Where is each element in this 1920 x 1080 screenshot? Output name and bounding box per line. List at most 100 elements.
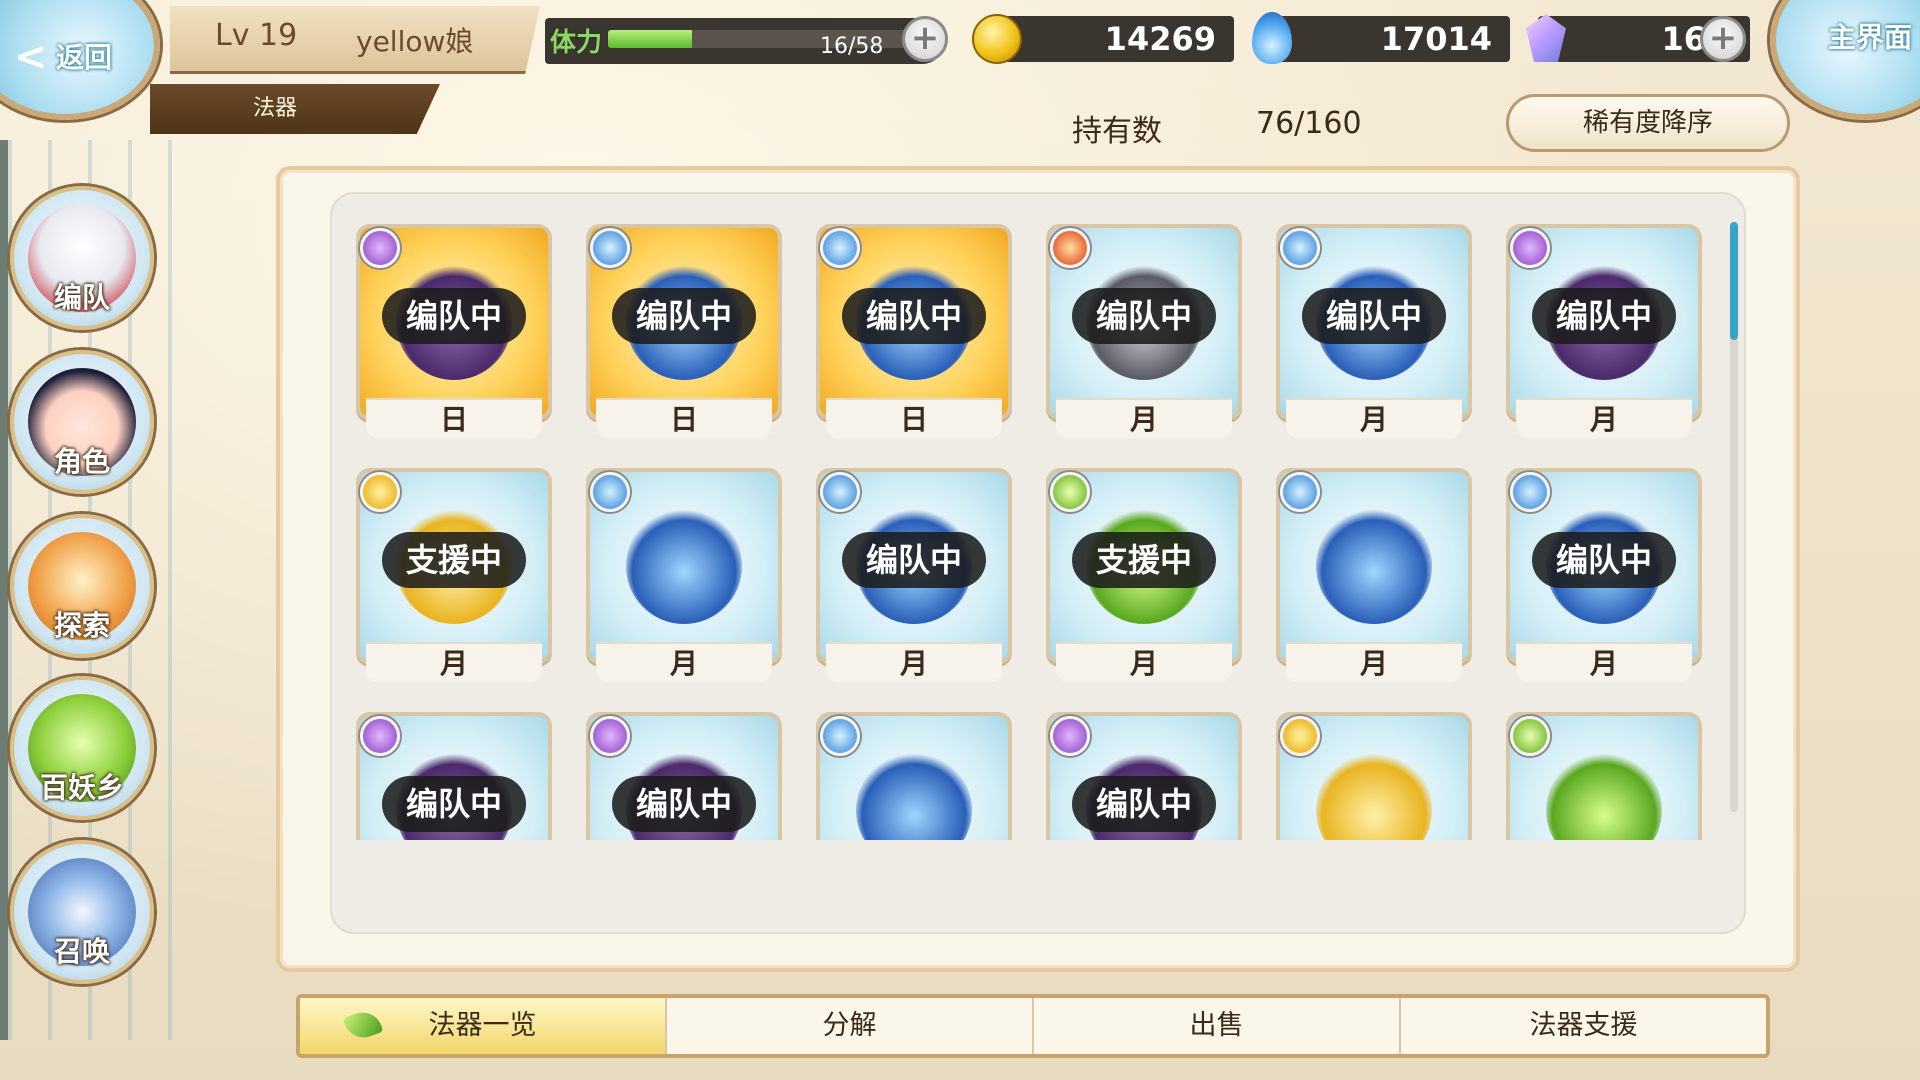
coin-icon [972,14,1022,64]
section-title: 法器 [150,84,440,134]
artifact-card[interactable]: 编队中日 [586,224,782,438]
sidebar-item-summon[interactable]: 召唤 [10,840,154,984]
artifact-card[interactable]: 编队中日 [816,224,1012,438]
purple-element-icon [1510,228,1550,268]
owned-count-value: 76/160 [1256,106,1362,141]
artifact-card[interactable]: 支援中月 [356,468,552,682]
sidebar-item-team[interactable]: 编队 [10,186,154,330]
artifact-card[interactable]: 编队中月 [1506,224,1702,438]
artifact-rank: 月 [366,642,542,682]
artifact-card[interactable] [1276,712,1472,840]
gold-panel: 14269 [986,16,1234,62]
artifact-status-badge: 支援中 [382,532,526,588]
artifact-status-badge: 编队中 [1072,776,1216,832]
artifact-card[interactable]: 月 [1276,468,1472,682]
tab-bar: 法器一览 分解 出售 法器支援 [296,994,1770,1058]
artifact-rank: 月 [596,642,772,682]
artifact-status-badge: 编队中 [1532,532,1676,588]
artifact-status-badge: 编队中 [1302,288,1446,344]
sidebar-item-label: 百妖乡 [39,771,124,804]
artifact-rank: 月 [1516,398,1692,438]
scrollbar-thumb[interactable] [1730,222,1738,340]
artifact-card[interactable]: 编队中日 [356,224,552,438]
sidebar-item-label: 编队 [53,281,110,314]
purple-element-icon [360,228,400,268]
tab-sell[interactable]: 出售 [1034,998,1401,1054]
sidebar-item-explore[interactable]: 探索 [10,514,154,658]
blue-element-icon [1280,472,1320,512]
artifact-card[interactable] [816,712,1012,840]
home-label: 主界面 [1828,21,1913,54]
tab-dismantle[interactable]: 分解 [667,998,1034,1054]
add-stamina-button[interactable]: + [902,16,948,62]
blue-element-icon [1280,228,1320,268]
gold-element-icon [360,472,400,512]
tab-artifact-list[interactable]: 法器一览 [300,998,667,1054]
artifact-card[interactable]: 支援中月 [1046,468,1242,682]
artifact-grid[interactable]: 编队中日编队中日编队中日编队中月编队中月编队中月支援中月月编队中月支援中月月编队… [356,220,1722,840]
sidebar-item-village[interactable]: 百妖乡 [10,676,154,820]
tab-label: 法器支援 [1529,1010,1638,1041]
artifact-rank: 月 [1056,642,1232,682]
artifact-card[interactable]: 编队中月 [1506,468,1702,682]
purple-element-icon [1050,716,1090,756]
green-element-icon [1050,472,1090,512]
sidebar-item-character[interactable]: 角色 [10,350,154,494]
artifact-rank: 月 [1286,398,1462,438]
back-arrow-icon: < [14,34,48,80]
sidebar-item-label: 探索 [53,609,110,642]
stamina-label: 体力 [550,28,603,58]
green-element-icon [1510,716,1550,756]
tab-label: 法器一览 [428,1010,537,1041]
soul-value: 17014 [1380,20,1492,58]
artifact-status-badge: 编队中 [382,288,526,344]
tab-label: 分解 [822,1010,877,1041]
artifact-status-badge: 编队中 [612,288,756,344]
stamina-value: 16/58 [820,34,884,59]
stamina-fill [608,30,692,48]
artifact-card[interactable] [1506,712,1702,840]
tab-label: 出售 [1189,1010,1244,1041]
artifact-status-badge: 编队中 [1072,288,1216,344]
artifact-rank: 日 [596,398,772,438]
artifact-status-badge: 编队中 [842,288,986,344]
owned-count-label: 持有数 [1072,114,1162,149]
artifact-card[interactable]: 编队中月 [1276,224,1472,438]
artifact-card[interactable]: 编队中 [586,712,782,840]
artifact-rank: 月 [826,642,1002,682]
leaf-icon [342,1006,384,1044]
artifact-rank: 月 [1056,398,1232,438]
player-name: yellow娘 [356,25,474,58]
artifact-status-badge: 编队中 [382,776,526,832]
artifact-status-badge: 编队中 [1532,288,1676,344]
back-label: 返回 [56,41,113,74]
blue-element-icon [590,472,630,512]
gold-value: 14269 [1104,20,1216,58]
artifact-status-badge: 编队中 [842,532,986,588]
artifact-card[interactable]: 编队中月 [816,468,1012,682]
sort-button[interactable]: 稀有度降序 [1506,94,1790,152]
sidebar-item-label: 召唤 [53,935,110,968]
player-level: Lv 19 [215,18,298,53]
purple-element-icon [360,716,400,756]
artifact-art [1316,508,1432,624]
artifact-art [626,508,742,624]
artifact-status-badge: 编队中 [612,776,756,832]
tab-artifact-support[interactable]: 法器支援 [1401,998,1766,1054]
soul-panel: 17014 [1262,16,1510,62]
artifact-card[interactable]: 编队中 [356,712,552,840]
sidebar-item-label: 角色 [53,445,110,478]
artifact-card[interactable]: 编队中月 [1046,224,1242,438]
artifact-status-badge: 支援中 [1072,532,1216,588]
blue-element-icon [1510,472,1550,512]
blue-element-icon [820,472,860,512]
purple-element-icon [590,716,630,756]
gold-element-icon [1280,716,1320,756]
artifact-rank: 日 [826,398,1002,438]
artifact-card[interactable]: 编队中 [1046,712,1242,840]
red-element-icon [1050,228,1090,268]
artifact-card[interactable]: 月 [586,468,782,682]
blue-element-icon [820,716,860,756]
add-gems-button[interactable]: + [1700,16,1746,62]
artifact-rank: 月 [1516,642,1692,682]
